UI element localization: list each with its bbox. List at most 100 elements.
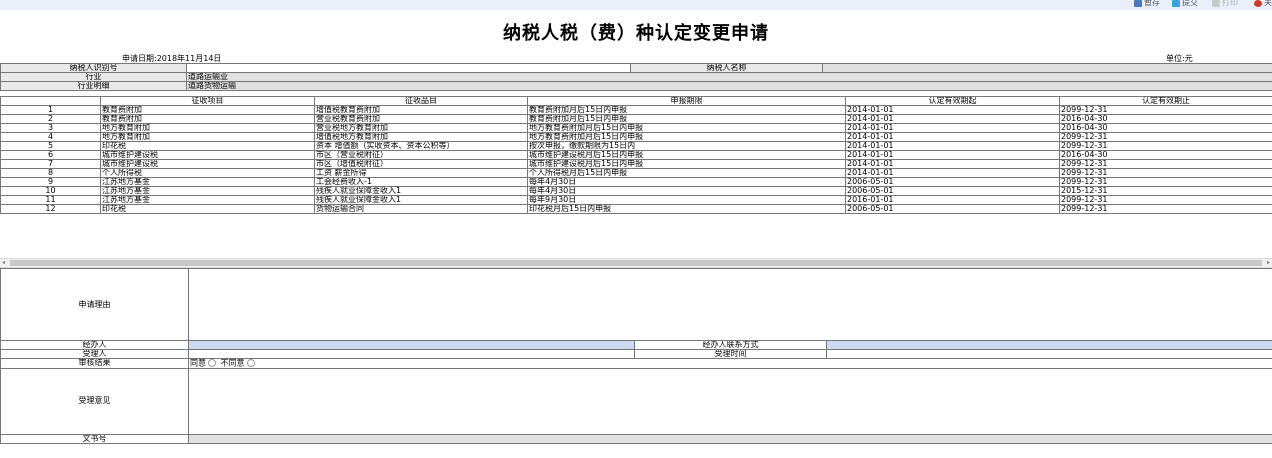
table-row[interactable]: 4 地方教育附加 增值税地方教育附加 地方教育费附加月后15日内申报 2014-01-0…	[0, 132, 1272, 142]
submit-button[interactable]: 提交	[1172, 0, 1198, 8]
doc-no-value	[188, 433, 1272, 444]
table-row[interactable]: 9 江苏地方基金 工会经费收入-1 每年4月30日 2006-05-01 2099-12-…	[0, 177, 1272, 187]
column-header	[0, 96, 101, 106]
application-form: 申请理由 经办人 经办人联系方式 受理人 受理时间 审核结果 同意 不同意 受理…	[0, 268, 1272, 444]
table-cell: 江苏地方基金	[100, 186, 315, 196]
tax-items-table: 征收项目 征收品目 申报期限 认定有效期起 认定有效期止 1 教育费附加 增值税教育费附加 教育…	[0, 96, 1272, 214]
table-header-row: 征收项目 征收品目 申报期限 认定有效期起 认定有效期止	[0, 96, 1272, 106]
table-cell: 2014-01-01	[845, 159, 1060, 169]
table-cell: 2099-12-31	[1059, 177, 1272, 187]
table-row[interactable]: 2 教育费附加 营业税教育费附加 教育费附加月后15日内申报 2014-01-01 201…	[0, 114, 1272, 124]
column-header: 申报期限	[527, 96, 846, 106]
table-cell: 2006-05-01	[845, 186, 1060, 196]
handler-contact-input[interactable]	[826, 340, 1272, 350]
table-cell: 残疾人就业保障金收入1	[314, 186, 528, 196]
reason-textarea[interactable]	[188, 268, 1272, 341]
table-cell: 4	[0, 132, 101, 142]
table-cell: 2014-01-01	[845, 132, 1060, 142]
scroll-right-icon[interactable]: ▸	[1267, 259, 1270, 267]
table-cell: 2014-01-01	[845, 123, 1060, 133]
industry-detail-label: 行业明细	[0, 81, 187, 91]
taxpayer-id-value	[186, 63, 631, 73]
table-cell: 工会经费收入-1	[314, 177, 528, 187]
table-cell: 教育费附加	[100, 105, 315, 115]
table-cell: 1	[0, 105, 101, 115]
horizontal-scrollbar[interactable]: ◂ ▸	[0, 258, 1272, 268]
taxpayer-name-label: 纳税人名称	[630, 63, 823, 73]
industry-detail-value: 道路货物运输	[186, 81, 1272, 91]
table-cell: 个人所得税月后15日内申报	[527, 168, 846, 178]
handler-input[interactable]	[188, 340, 635, 350]
table-cell: 市区（增值税附征）	[314, 159, 528, 169]
industry-label: 行业	[0, 72, 187, 82]
column-header: 认定有效期起	[845, 96, 1060, 106]
table-cell: 江苏地方基金	[100, 177, 315, 187]
table-cell: 城市维护建设税月后15日内申报	[527, 159, 846, 169]
table-cell: 城市维护建设税月后15日内申报	[527, 150, 846, 160]
table-row[interactable]: 8 个人所得税 工资 薪金所得 个人所得税月后15日内申报 2014-01-01 2099…	[0, 168, 1272, 178]
review-result-label: 审核结果	[0, 358, 189, 369]
table-cell: 2099-12-31	[1059, 159, 1272, 169]
column-header: 征收项目	[100, 96, 315, 106]
table-cell: 5	[0, 141, 101, 151]
table-cell: 营业税教育费附加	[314, 114, 528, 124]
table-cell: 残疾人就业保障金收入1	[314, 195, 528, 205]
table-row[interactable]: 1 教育费附加 增值税教育费附加 教育费附加月后15日内申报 2014-01-01 209…	[0, 105, 1272, 115]
table-cell: 增值税教育费附加	[314, 105, 528, 115]
table-cell: 11	[0, 195, 101, 205]
table-cell: 2014-01-01	[845, 150, 1060, 160]
accept-time-label: 受理时间	[634, 349, 827, 359]
acceptor-label: 受理人	[0, 349, 189, 359]
table-cell: 2016-04-30	[1059, 114, 1272, 124]
table-cell: 2014-01-01	[845, 168, 1060, 178]
top-toolbar: 暂存 提交 打印 关	[0, 0, 1272, 10]
print-icon	[1212, 0, 1220, 7]
table-cell: 2099-12-31	[1059, 195, 1272, 205]
table-cell: 7	[0, 159, 101, 169]
table-cell: 2014-01-01	[845, 141, 1060, 151]
table-cell: 增值税地方教育附加	[314, 132, 528, 142]
table-row[interactable]: 7 城市维护建设税 市区（增值税附征） 城市维护建设税月后15日内申报 2014-01-…	[0, 159, 1272, 169]
industry-value: 道路运输业	[186, 72, 1272, 82]
scroll-left-icon[interactable]: ◂	[2, 259, 5, 267]
table-cell: 印花税	[100, 141, 315, 151]
doc-no-label: 文书号	[0, 433, 189, 444]
taxpayer-info-table: 纳税人识别号 纳税人名称 行业 道路运输业 行业明细 道路货物运输	[0, 63, 1272, 91]
table-row[interactable]: 3 地方教育附加 营业税地方教育附加 地方教育费附加月后15日内申报 2014-01-0…	[0, 123, 1272, 133]
table-cell: 2099-12-31	[1059, 141, 1272, 151]
table-cell: 9	[0, 177, 101, 187]
table-cell: 地方教育附加	[100, 132, 315, 142]
scrollbar-thumb[interactable]	[10, 260, 1262, 266]
table-row[interactable]: 12 印花税 货物运输合同 印花税月后15日内申报 2006-05-01 2099-12-…	[0, 204, 1272, 214]
table-cell: 10	[0, 186, 101, 196]
opinion-label: 受理意见	[0, 367, 189, 435]
table-cell: 2016-01-01	[845, 195, 1060, 205]
table-cell: 每年4月30日	[527, 186, 846, 196]
close-button[interactable]: 关	[1254, 0, 1272, 8]
review-result-options: 同意 不同意	[188, 358, 1272, 369]
table-row[interactable]: 10 江苏地方基金 残疾人就业保障金收入1 每年4月30日 2006-05-01 2015…	[0, 186, 1272, 196]
table-row[interactable]: 6 城市维护建设税 市区（营业税附征） 城市维护建设税月后15日内申报 2014-01-…	[0, 150, 1272, 160]
table-cell: 6	[0, 150, 101, 160]
table-cell: 8	[0, 168, 101, 178]
taxpayer-id-label: 纳税人识别号	[0, 63, 187, 73]
table-cell: 3	[0, 123, 101, 133]
table-cell: 地方教育费附加月后15日内申报	[527, 123, 846, 133]
table-cell: 2015-12-31	[1059, 186, 1272, 196]
disagree-radio[interactable]	[246, 359, 255, 367]
reason-label: 申请理由	[0, 268, 189, 341]
save-button[interactable]: 暂存	[1134, 0, 1160, 8]
table-cell: 地方教育费附加月后15日内申报	[527, 132, 846, 142]
table-cell: 资本 增值额（实收资本、资本公积等）	[314, 141, 528, 151]
table-cell: 2099-12-31	[1059, 168, 1272, 178]
table-row[interactable]: 5 印花税 资本 增值额（实收资本、资本公积等） 按次申报，缴款期限为15日内 2014…	[0, 141, 1272, 151]
agree-radio[interactable]	[208, 359, 216, 367]
table-row[interactable]: 11 江苏地方基金 残疾人就业保障金收入1 每年9月30日 2016-01-01 2099…	[0, 195, 1272, 205]
table-cell: 教育费附加	[100, 114, 315, 124]
table-cell: 市区（营业税附征）	[314, 150, 528, 160]
table-cell: 教育费附加月后15日内申报	[527, 114, 846, 124]
save-icon	[1134, 0, 1142, 7]
print-button[interactable]: 打印	[1212, 0, 1238, 8]
table-cell: 每年4月30日	[527, 177, 846, 187]
table-cell: 2	[0, 114, 101, 124]
